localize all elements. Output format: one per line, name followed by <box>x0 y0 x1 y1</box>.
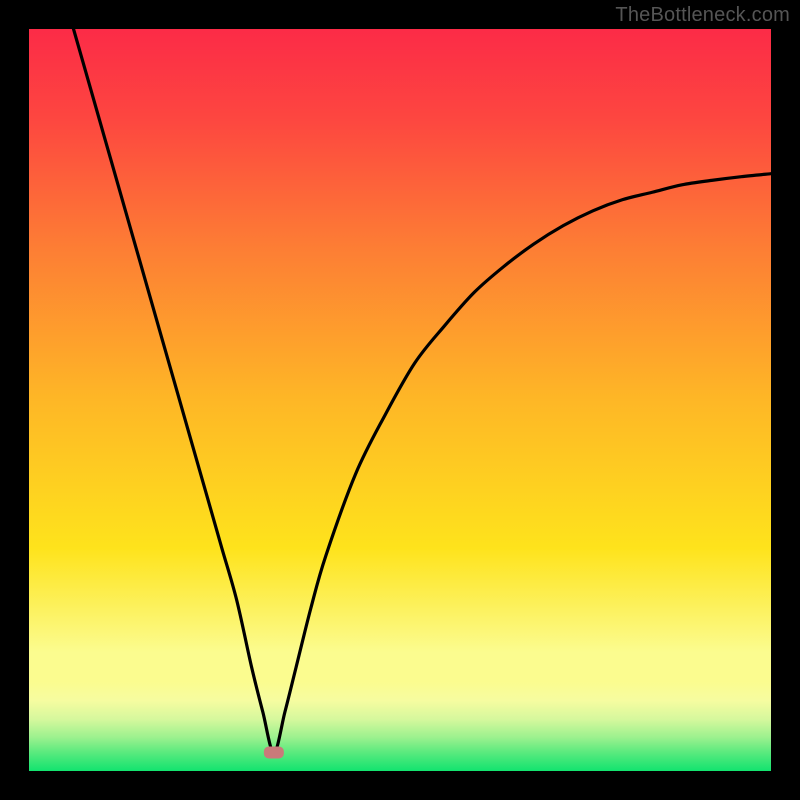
plot-area <box>29 29 771 771</box>
gradient-background <box>29 29 771 771</box>
chart-svg <box>29 29 771 771</box>
bottleneck-minimum-marker <box>264 746 284 758</box>
watermark-text: TheBottleneck.com <box>615 4 790 27</box>
chart-frame: TheBottleneck.com <box>0 0 800 800</box>
